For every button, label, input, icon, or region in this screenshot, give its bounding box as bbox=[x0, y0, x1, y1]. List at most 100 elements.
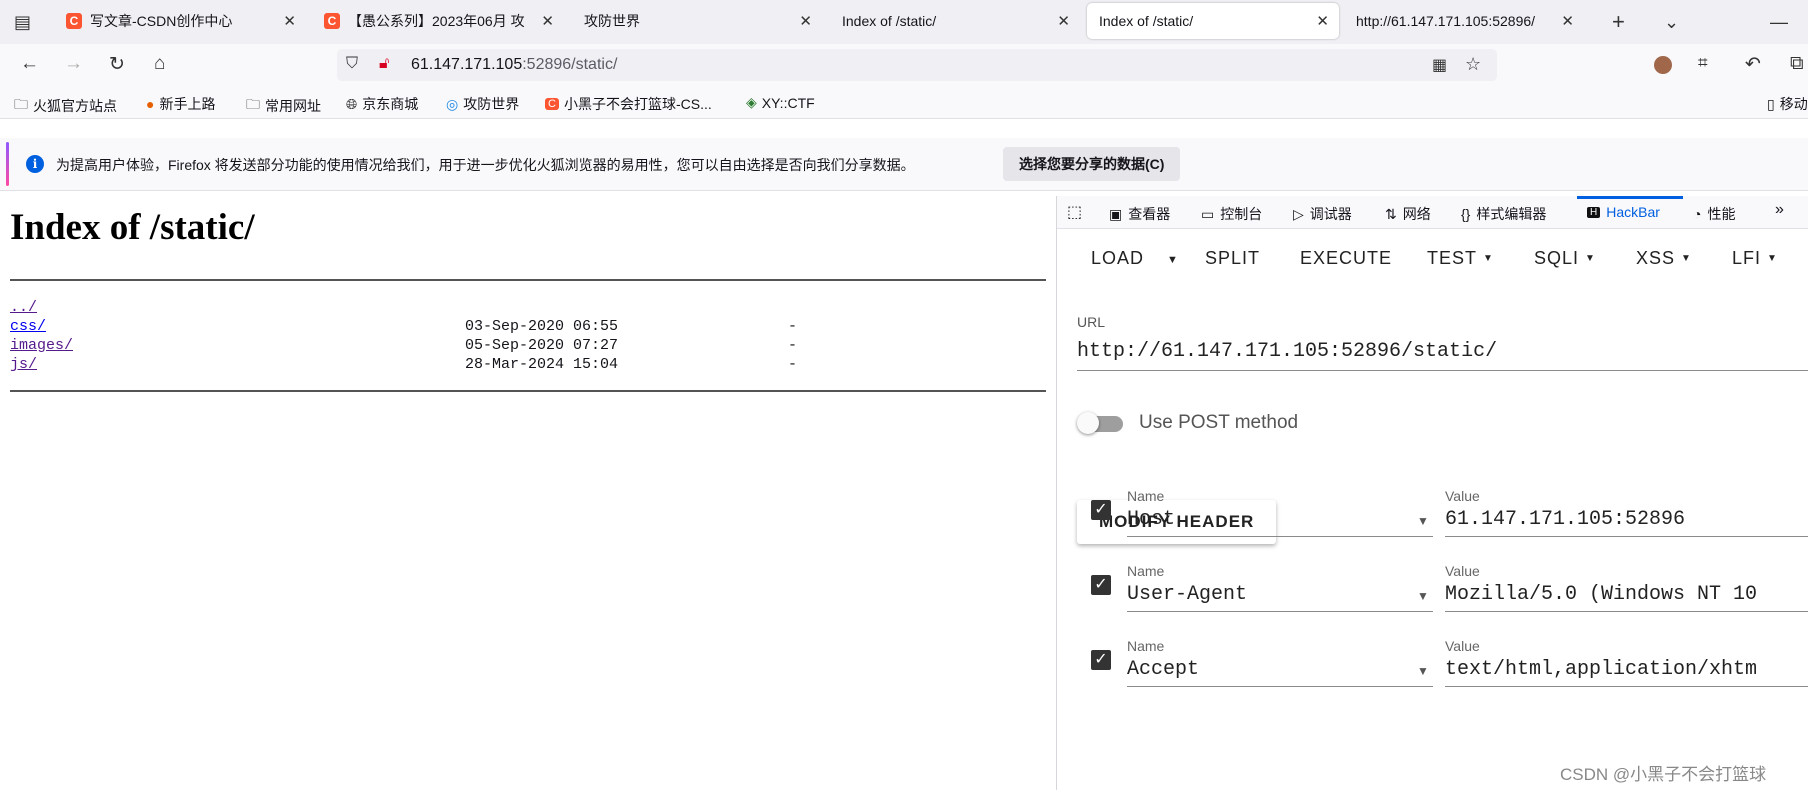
tab-inspector[interactable]: ▣ 查看器 bbox=[1109, 204, 1170, 224]
tab-title: 【愚公系列】2023年06月 攻 bbox=[348, 13, 525, 29]
header-checkbox[interactable]: ✓ bbox=[1091, 650, 1111, 670]
address-text[interactable]: 61.147.171.105:52896/static/ bbox=[411, 56, 617, 74]
home-icon[interactable]: ⌂ bbox=[154, 53, 165, 75]
navigation-toolbar: ← → ↻ ⌂ ⛉ 🔓︎ 61.147.171.105:52896/static… bbox=[0, 44, 1808, 86]
reload-icon[interactable]: ↻ bbox=[109, 53, 125, 76]
back-arrow-icon[interactable]: ← bbox=[20, 53, 39, 75]
shield-icon[interactable]: ⛉ bbox=[346, 55, 358, 73]
file-listing: ../ css/ 03-Sep-2020 06:55 - images/ 05-… bbox=[10, 298, 1050, 374]
list-item: images/ 05-Sep-2020 07:27 - bbox=[10, 336, 1050, 355]
lfi-menu[interactable]: LFI ▼ bbox=[1732, 248, 1778, 269]
bookmark-label: 小黑子不会打篮球-CS... bbox=[563, 96, 712, 112]
close-icon[interactable]: ✕ bbox=[541, 12, 554, 30]
bookmark-item[interactable]: ● 新手上路 bbox=[146, 94, 215, 114]
tab-5[interactable]: http://61.147.171.105:52896/ ✕ bbox=[1344, 3, 1584, 39]
url-field[interactable]: http://61.147.171.105:52896/static/ bbox=[1077, 340, 1497, 363]
tab-network[interactable]: ⇅ 网络 bbox=[1385, 204, 1431, 224]
tab-0[interactable]: C 写文章-CSDN创作中心 ✕ bbox=[56, 3, 306, 39]
header-value-label: Value bbox=[1445, 488, 1480, 504]
address-bar[interactable]: ⛉ 🔓︎ 61.147.171.105:52896/static/ ▦ ☆ bbox=[337, 49, 1497, 81]
account-avatar[interactable] bbox=[1654, 56, 1672, 74]
bookmark-item[interactable]: ▯ 移动 bbox=[1767, 94, 1808, 114]
header-name-field[interactable]: Accept bbox=[1127, 658, 1407, 681]
css-dir-link[interactable]: css/ bbox=[10, 318, 46, 335]
close-icon[interactable]: ✕ bbox=[1057, 12, 1070, 30]
load-button[interactable]: LOAD bbox=[1091, 248, 1144, 269]
tab-1[interactable]: C 【愚公系列】2023年06月 攻 ✕ bbox=[314, 3, 564, 39]
bookmark-item[interactable]: C 小黑子不会打篮球-CS... bbox=[545, 94, 712, 114]
bookmark-star-icon[interactable]: ☆ bbox=[1465, 54, 1481, 75]
tab-4-active[interactable]: Index of /static/ ✕ bbox=[1087, 3, 1339, 39]
tab-2[interactable]: 攻防世界 ✕ bbox=[572, 3, 822, 39]
bookmark-label: 常用网址 bbox=[265, 98, 321, 114]
forward-arrow-icon[interactable]: → bbox=[64, 53, 83, 75]
extensions-icon[interactable]: ⧉ bbox=[1790, 53, 1804, 75]
execute-button[interactable]: EXECUTE bbox=[1300, 248, 1392, 269]
tab-3[interactable]: Index of /static/ ✕ bbox=[830, 3, 1080, 39]
parent-dir-link[interactable]: ../ bbox=[10, 299, 37, 316]
bookmark-item[interactable]: ◈ XY::CTF bbox=[746, 94, 815, 111]
screenshot-crop-icon[interactable]: ⌗ bbox=[1698, 53, 1708, 73]
page-content: Index of /static/ ../ css/ 03-Sep-2020 0… bbox=[0, 196, 1056, 790]
list-item: js/ 28-Mar-2024 15:04 - bbox=[10, 355, 1050, 374]
load-dropdown-icon[interactable]: ▼ bbox=[1167, 254, 1179, 266]
close-icon[interactable]: ✕ bbox=[1561, 12, 1574, 30]
tab-console[interactable]: ▭ 控制台 bbox=[1201, 204, 1262, 224]
bookmark-item[interactable]: 🗀︎ 火狐官方站点 bbox=[14, 94, 117, 118]
dropdown-arrow-icon[interactable]: ▼ bbox=[1417, 514, 1429, 528]
network-icon: ⇅ bbox=[1385, 205, 1397, 222]
insecure-lock-icon[interactable]: 🔓︎ bbox=[379, 55, 389, 73]
caret-down-icon: ▼ bbox=[1483, 253, 1494, 264]
tab-performance[interactable]: ◔ 性能 bbox=[1693, 204, 1735, 224]
element-picker-icon[interactable]: ⬚ bbox=[1067, 202, 1082, 222]
qr-code-icon[interactable]: ▦ bbox=[1432, 55, 1447, 75]
more-tabs-chevron-icon[interactable]: » bbox=[1775, 201, 1784, 219]
header-name-field[interactable]: User-Agent bbox=[1127, 583, 1407, 606]
tab-style-editor[interactable]: {} 样式编辑器 bbox=[1461, 204, 1546, 224]
field-underline bbox=[1445, 536, 1808, 537]
bookmark-item[interactable]: ◎ 攻防世界 bbox=[446, 94, 519, 114]
post-method-toggle[interactable] bbox=[1077, 412, 1125, 434]
tab-hackbar[interactable]: H HackBar bbox=[1587, 204, 1660, 220]
devtools-tab-label: 查看器 bbox=[1128, 206, 1171, 222]
list-item: ../ bbox=[10, 298, 1050, 317]
share-data-button[interactable]: 选择您要分享的数据(C) bbox=[1003, 147, 1181, 181]
list-tabs-chevron-down-icon[interactable]: ⌄ bbox=[1664, 12, 1679, 33]
undo-icon[interactable]: ↶ bbox=[1745, 53, 1761, 76]
header-checkbox[interactable]: ✓ bbox=[1091, 500, 1111, 520]
images-dir-link[interactable]: images/ bbox=[10, 337, 73, 354]
xss-menu[interactable]: XSS ▼ bbox=[1636, 248, 1692, 269]
close-icon[interactable]: ✕ bbox=[799, 12, 812, 30]
header-value-field[interactable]: 61.147.171.105:52896 bbox=[1445, 508, 1808, 531]
header-value-field[interactable]: text/html,application/xhtm bbox=[1445, 658, 1808, 681]
js-dir-link[interactable]: js/ bbox=[10, 356, 37, 373]
header-checkbox[interactable]: ✓ bbox=[1091, 575, 1111, 595]
test-menu[interactable]: TEST ▼ bbox=[1427, 248, 1494, 269]
devtools-panel: ⬚ ▣ 查看器 ▭ 控制台 ▷ 调试器 ⇅ 网络 {} 样式编辑器 H HackBar ◔ 性… bbox=[1056, 196, 1808, 790]
header-row: ✓ Name User-Agent ▼ Value Mozilla/5.0 (W… bbox=[1057, 563, 1808, 628]
gauge-icon: ◔ bbox=[1693, 206, 1702, 222]
dropdown-arrow-icon[interactable]: ▼ bbox=[1417, 589, 1429, 603]
bookmark-item[interactable]: 🌐︎ 京东商城 bbox=[346, 94, 418, 114]
csdn-favicon-icon: C bbox=[324, 13, 340, 29]
minimize-icon[interactable]: — bbox=[1770, 12, 1788, 33]
dropdown-arrow-icon[interactable]: ▼ bbox=[1417, 664, 1429, 678]
tab-title: 写文章-CSDN创作中心 bbox=[90, 13, 233, 29]
active-tab-indicator bbox=[1577, 196, 1683, 199]
page-title: Index of /static/ bbox=[10, 207, 255, 248]
tab-overview-icon[interactable]: ▤ bbox=[14, 12, 31, 33]
field-underline bbox=[1445, 686, 1808, 687]
sqli-menu[interactable]: SQLI ▼ bbox=[1534, 248, 1596, 269]
tab-debugger[interactable]: ▷ 调试器 bbox=[1293, 204, 1352, 224]
caret-down-icon: ▼ bbox=[1681, 253, 1692, 264]
close-icon[interactable]: ✕ bbox=[283, 12, 296, 30]
globe-icon: 🌐︎ bbox=[346, 95, 358, 112]
bookmark-item[interactable]: 🗀︎ 常用网址 bbox=[246, 94, 321, 118]
url-field-label: URL bbox=[1077, 314, 1106, 330]
new-tab-icon[interactable]: + bbox=[1612, 9, 1625, 35]
header-name-field[interactable]: Host bbox=[1127, 508, 1407, 531]
close-icon[interactable]: ✕ bbox=[1316, 12, 1329, 30]
header-value-field[interactable]: Mozilla/5.0 (Windows NT 10 bbox=[1445, 583, 1808, 606]
split-button[interactable]: SPLIT bbox=[1205, 248, 1260, 269]
entry-size: - bbox=[788, 337, 798, 354]
